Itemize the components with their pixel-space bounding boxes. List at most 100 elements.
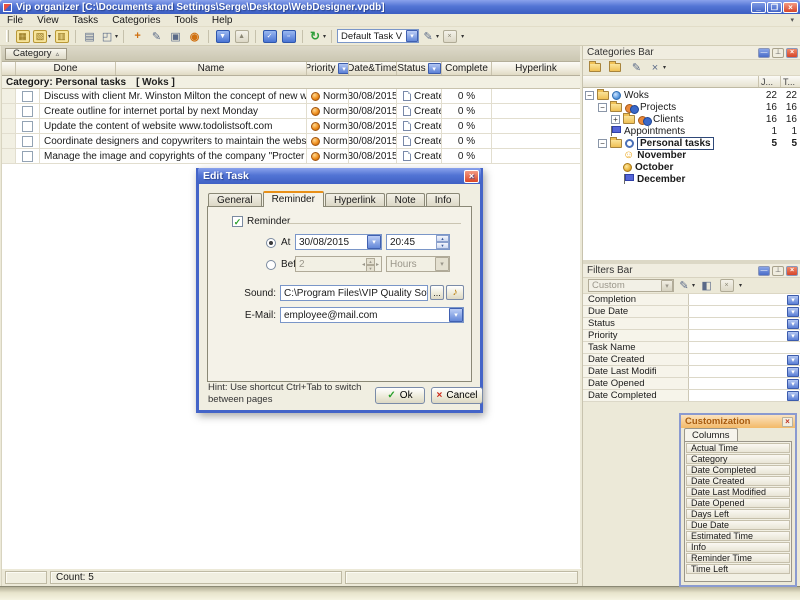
tree-item-personal-tasks[interactable]: − Personal tasks 5 5 bbox=[583, 137, 800, 149]
filter-value[interactable]: ▾ bbox=[689, 390, 800, 401]
done-cell[interactable] bbox=[16, 104, 40, 118]
complete-cell[interactable]: 0 % bbox=[442, 89, 492, 103]
restore-button[interactable]: ❐ bbox=[767, 2, 782, 13]
done-checkbox[interactable] bbox=[22, 151, 33, 162]
filter-value[interactable]: ▾ bbox=[689, 330, 800, 341]
menu-tools[interactable]: Tools bbox=[168, 15, 205, 26]
dialog-title-bar[interactable]: Edit Task × bbox=[198, 168, 481, 184]
priority-cell[interactable]: Normal bbox=[307, 119, 349, 133]
clear-filter-button[interactable]: ◧ bbox=[698, 278, 715, 294]
tab-note[interactable]: Note bbox=[386, 193, 425, 206]
reminder-date-combobox[interactable]: 30/08/2015 ▾ bbox=[295, 234, 382, 250]
list-item[interactable]: Days Left bbox=[686, 509, 790, 519]
tree-item-projects[interactable]: − Projects 16 16 bbox=[583, 101, 800, 113]
edit-category-button[interactable]: ✎ bbox=[628, 60, 645, 76]
chevron-down-icon[interactable]: ▾ bbox=[787, 319, 799, 329]
tree-item-clients[interactable]: + Clients 16 16 bbox=[583, 113, 800, 125]
tree-column-1[interactable]: J... bbox=[758, 76, 780, 87]
hyperlink-cell[interactable] bbox=[492, 134, 580, 148]
hyperlink-cell[interactable] bbox=[492, 104, 580, 118]
spin-up-icon[interactable]: ▲ bbox=[436, 235, 449, 242]
expand-icon[interactable]: + bbox=[611, 115, 620, 124]
tab-info[interactable]: Info bbox=[426, 193, 461, 206]
done-checkbox[interactable] bbox=[22, 106, 33, 117]
mark-complete-button[interactable]: ✓ bbox=[261, 28, 278, 44]
task-name-cell[interactable]: Coordinate designers and copywriters to … bbox=[40, 134, 307, 148]
filter-value[interactable]: ▾ bbox=[689, 378, 800, 389]
filter-value[interactable]: ▾ bbox=[689, 294, 800, 305]
priority-filter-dropdown[interactable]: ▾ bbox=[338, 63, 349, 74]
chevron-down-icon[interactable]: ▾ bbox=[787, 295, 799, 305]
due-date-cell[interactable]: 30/08/2015 bbox=[349, 89, 397, 103]
delete-view-button[interactable]: × bbox=[441, 28, 458, 44]
filter-row-date-opened[interactable]: Date Opened▾ bbox=[583, 378, 800, 390]
complete-cell[interactable]: 0 % bbox=[442, 134, 492, 148]
list-item[interactable]: Actual Time bbox=[686, 443, 790, 453]
tab-general[interactable]: General bbox=[208, 193, 262, 206]
list-item[interactable]: Date Completed bbox=[686, 465, 790, 475]
complete-cell[interactable]: 0 % bbox=[442, 149, 492, 163]
priority-cell[interactable]: Normal bbox=[307, 149, 349, 163]
filter-row-priority[interactable]: Priority▾ bbox=[583, 330, 800, 342]
menu-tasks[interactable]: Tasks bbox=[66, 15, 106, 26]
task-name-cell[interactable]: Manage the image and copyrights of the c… bbox=[40, 149, 307, 163]
filter-value[interactable]: ▾ bbox=[689, 366, 800, 377]
toolbar-overflow-icon[interactable]: ▾ bbox=[461, 33, 464, 40]
complete-cell[interactable]: 0 % bbox=[442, 119, 492, 133]
before-radio[interactable] bbox=[266, 260, 276, 270]
customization-close-button[interactable]: × bbox=[782, 417, 793, 427]
collapse-icon[interactable]: − bbox=[598, 139, 607, 148]
done-cell[interactable] bbox=[16, 149, 40, 163]
chevron-down-icon[interactable]: ▾ bbox=[787, 391, 799, 401]
collapse-icon[interactable]: − bbox=[598, 103, 607, 112]
list-item[interactable]: Date Created bbox=[686, 476, 790, 486]
status-filter-dropdown[interactable]: ▾ bbox=[428, 63, 441, 74]
delete-category-button[interactable]: ×▾ bbox=[648, 60, 666, 76]
tree-item-december[interactable]: December bbox=[583, 173, 800, 185]
tab-reminder[interactable]: Reminder bbox=[263, 191, 324, 207]
sound-play-button[interactable]: ♪ bbox=[446, 285, 464, 300]
status-cell[interactable]: Created bbox=[397, 149, 442, 163]
add-subcategory-button[interactable] bbox=[608, 60, 625, 76]
tree-column-2[interactable]: T... bbox=[780, 76, 800, 87]
list-item[interactable]: Date Opened bbox=[686, 498, 790, 508]
status-cell[interactable]: Created bbox=[397, 104, 442, 118]
column-header-priority[interactable]: Priority▾ bbox=[307, 62, 349, 75]
status-cell[interactable]: Created bbox=[397, 119, 442, 133]
due-date-cell[interactable]: 30/08/2015 bbox=[349, 119, 397, 133]
filter-row-date-completed[interactable]: Date Completed▾ bbox=[583, 390, 800, 402]
priority-cell[interactable]: Normal bbox=[307, 104, 349, 118]
filter-value[interactable]: ▾ bbox=[689, 306, 800, 317]
table-row[interactable]: Create outline for internet portal by ne… bbox=[2, 104, 580, 119]
table-row[interactable]: Discuss with client Mr. Winston Milton t… bbox=[2, 89, 580, 104]
cancel-button[interactable]: × Cancel bbox=[431, 387, 483, 404]
mark-incomplete-button[interactable]: ▫ bbox=[280, 28, 297, 44]
menu-categories[interactable]: Categories bbox=[105, 15, 167, 26]
done-cell[interactable] bbox=[16, 119, 40, 133]
panel-pin-button[interactable]: ⊥ bbox=[772, 48, 784, 58]
filter-row-due-date[interactable]: Due Date▾ bbox=[583, 306, 800, 318]
list-item[interactable]: Reminder Time bbox=[686, 553, 790, 563]
done-checkbox[interactable] bbox=[22, 91, 33, 102]
tab-hyperlink[interactable]: Hyperlink bbox=[325, 193, 385, 206]
chevron-down-icon[interactable]: ▾ bbox=[367, 235, 381, 249]
panel-position-button[interactable]: — bbox=[758, 48, 770, 58]
apply-view-button[interactable]: ✎▾ bbox=[421, 28, 439, 44]
tab-columns[interactable]: Columns bbox=[684, 428, 738, 441]
panel-close-button[interactable]: × bbox=[786, 266, 798, 276]
status-cell[interactable]: Created bbox=[397, 89, 442, 103]
menu-help[interactable]: Help bbox=[205, 15, 240, 26]
add-category-button[interactable] bbox=[588, 60, 605, 76]
group-by-category-button[interactable]: Category ▵ bbox=[5, 48, 67, 60]
hyperlink-cell[interactable] bbox=[492, 149, 580, 163]
menu-overflow-icon[interactable]: ▾ bbox=[790, 16, 800, 24]
print-preview-button[interactable]: ◰▾ bbox=[100, 28, 118, 44]
chevron-down-icon[interactable]: ▾ bbox=[787, 355, 799, 365]
task-name-cell[interactable]: Discuss with client Mr. Winston Milton t… bbox=[40, 89, 307, 103]
tree-item-november[interactable]: ☺ November bbox=[583, 149, 800, 161]
email-combobox[interactable]: employee@mail.com ▾ bbox=[280, 307, 464, 323]
menu-file[interactable]: File bbox=[0, 15, 30, 26]
filter-value[interactable] bbox=[689, 342, 800, 353]
refresh-button[interactable]: ↻▾ bbox=[308, 28, 326, 44]
sound-browse-button[interactable]: ... bbox=[430, 285, 444, 300]
